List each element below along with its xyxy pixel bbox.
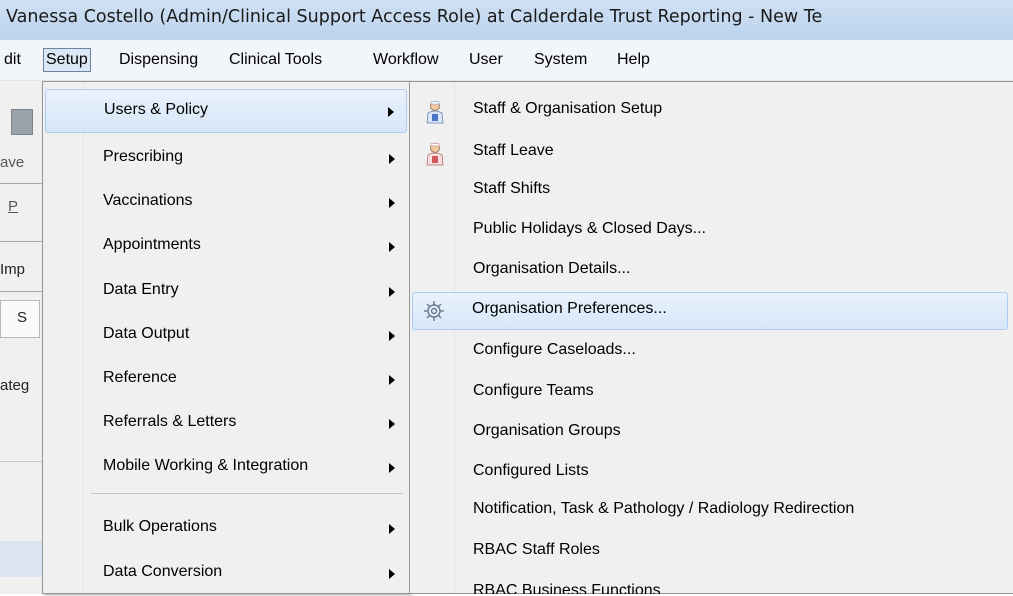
submenu-item-redirection[interactable]: Notification, Task & Pathology / Radiolo… xyxy=(412,493,1006,531)
submenu-arrow-icon xyxy=(389,419,395,429)
submenu-item-organisation-preferences[interactable]: Organisation Preferences... xyxy=(412,292,1008,330)
submenu-item-staff-shifts[interactable]: Staff Shifts xyxy=(412,173,1006,211)
submenu-item-public-holidays[interactable]: Public Holidays & Closed Days... xyxy=(412,213,1006,251)
menu-item-prescribing[interactable]: Prescribing xyxy=(45,137,407,181)
window-title: Vanessa Costello (Admin/Clinical Support… xyxy=(6,7,823,27)
submenu-item-staff-org-setup[interactable]: Staff & Organisation Setup xyxy=(412,93,1006,131)
p-fragment: P xyxy=(8,198,19,215)
import-fragment[interactable]: Imp xyxy=(0,261,25,278)
submenu-item-staff-leave[interactable]: Staff Leave xyxy=(412,135,1006,173)
users-policy-submenu: Staff & Organisation Setup Staff Leave S… xyxy=(409,81,1013,594)
menu-item-reference[interactable]: Reference xyxy=(45,358,407,402)
menu-dispensing[interactable]: Dispensing xyxy=(116,49,201,71)
divider xyxy=(0,291,42,292)
menu-item-label: Data Conversion xyxy=(103,563,223,580)
menu-edit[interactable]: dit xyxy=(1,49,24,71)
submenu-item-organisation-details[interactable]: Organisation Details... xyxy=(412,253,1006,291)
submenu-item-label: RBAC Business Functions xyxy=(473,582,661,594)
submenu-item-label: Configured Lists xyxy=(473,462,589,479)
submenu-arrow-icon xyxy=(389,569,395,579)
submenu-item-label: Organisation Details... xyxy=(473,260,631,277)
menu-item-data-output[interactable]: Data Output xyxy=(45,314,407,358)
submenu-item-label: Organisation Preferences... xyxy=(472,300,667,317)
menu-item-data-conversion[interactable]: Data Conversion xyxy=(45,552,407,596)
submenu-arrow-icon xyxy=(389,198,395,208)
save-label-fragment: ave xyxy=(0,154,25,171)
submenu-item-label: Staff & Organisation Setup xyxy=(473,100,663,117)
submenu-item-label: RBAC Staff Roles xyxy=(473,541,600,558)
submenu-item-rbac-business-functions[interactable]: RBAC Business Functions xyxy=(412,575,1006,594)
tab-fragment[interactable]: S xyxy=(0,300,40,338)
submenu-item-configured-lists[interactable]: Configured Lists xyxy=(412,455,1006,493)
submenu-arrow-icon xyxy=(389,242,395,252)
submenu-item-label: Public Holidays & Closed Days... xyxy=(473,220,706,237)
submenu-item-rbac-staff-roles[interactable]: RBAC Staff Roles xyxy=(412,534,1006,572)
title-bar: Vanessa Costello (Admin/Clinical Support… xyxy=(0,0,1013,40)
submenu-item-configure-teams[interactable]: Configure Teams xyxy=(412,375,1006,413)
submenu-item-organisation-groups[interactable]: Organisation Groups xyxy=(412,415,1006,453)
submenu-arrow-icon xyxy=(389,524,395,534)
menu-system[interactable]: System xyxy=(531,49,590,71)
submenu-item-label: Configure Teams xyxy=(473,382,594,399)
status-strip xyxy=(0,541,42,577)
staff-setup-icon xyxy=(426,101,444,124)
submenu-item-label: Notification, Task & Pathology / Radiolo… xyxy=(473,500,855,517)
menu-item-label: Users & Policy xyxy=(104,101,209,118)
menu-item-vaccinations[interactable]: Vaccinations xyxy=(45,181,407,225)
save-icon xyxy=(11,109,33,135)
menu-workflow[interactable]: Workflow xyxy=(370,49,442,71)
submenu-item-label: Staff Shifts xyxy=(473,180,551,197)
menu-setup[interactable]: Setup xyxy=(43,48,91,72)
menu-item-label: Vaccinations xyxy=(103,192,193,209)
background-window: ave P Imp S ateg xyxy=(0,81,42,594)
menu-item-label: Data Output xyxy=(103,325,190,342)
staff-leave-icon xyxy=(426,143,444,166)
submenu-arrow-icon xyxy=(389,154,395,164)
menu-item-label: Mobile Working & Integration xyxy=(103,457,309,474)
menu-clinical-tools[interactable]: Clinical Tools xyxy=(226,49,325,71)
submenu-arrow-icon xyxy=(389,375,395,385)
category-fragment: ateg xyxy=(0,377,30,394)
submenu-arrow-icon xyxy=(389,287,395,297)
setup-menu: Users & Policy Prescribing Vaccinations … xyxy=(42,81,410,594)
menu-item-referrals-letters[interactable]: Referrals & Letters xyxy=(45,402,407,446)
menu-user[interactable]: User xyxy=(466,49,506,71)
menu-separator xyxy=(91,493,403,494)
menu-help[interactable]: Help xyxy=(614,49,653,71)
menu-item-appointments[interactable]: Appointments xyxy=(45,225,407,269)
submenu-arrow-icon xyxy=(389,463,395,473)
menu-item-label: Bulk Operations xyxy=(103,518,217,535)
menu-item-data-entry[interactable]: Data Entry xyxy=(45,270,407,314)
menu-item-label: Data Entry xyxy=(103,281,179,298)
menu-item-label: Appointments xyxy=(103,236,201,253)
gear-icon xyxy=(424,301,444,321)
submenu-item-label: Organisation Groups xyxy=(473,422,621,439)
menu-item-label: Reference xyxy=(103,369,177,386)
submenu-item-label: Configure Caseloads... xyxy=(473,341,636,358)
menu-bar: dit Setup Dispensing Clinical Tools Work… xyxy=(0,40,1013,81)
divider xyxy=(0,461,42,462)
submenu-item-configure-caseloads[interactable]: Configure Caseloads... xyxy=(412,334,1006,372)
divider xyxy=(0,241,42,242)
divider xyxy=(0,183,42,184)
submenu-arrow-icon xyxy=(389,331,395,341)
submenu-arrow-icon xyxy=(388,107,394,117)
submenu-item-label: Staff Leave xyxy=(473,142,554,159)
menu-item-label: Referrals & Letters xyxy=(103,413,237,430)
menu-item-mobile-working[interactable]: Mobile Working & Integration xyxy=(45,446,407,490)
menu-item-bulk-operations[interactable]: Bulk Operations xyxy=(45,507,407,551)
menu-item-label: Prescribing xyxy=(103,148,184,165)
menu-item-users-policy[interactable]: Users & Policy xyxy=(45,89,407,133)
tab-fragment-label: S xyxy=(17,309,28,326)
